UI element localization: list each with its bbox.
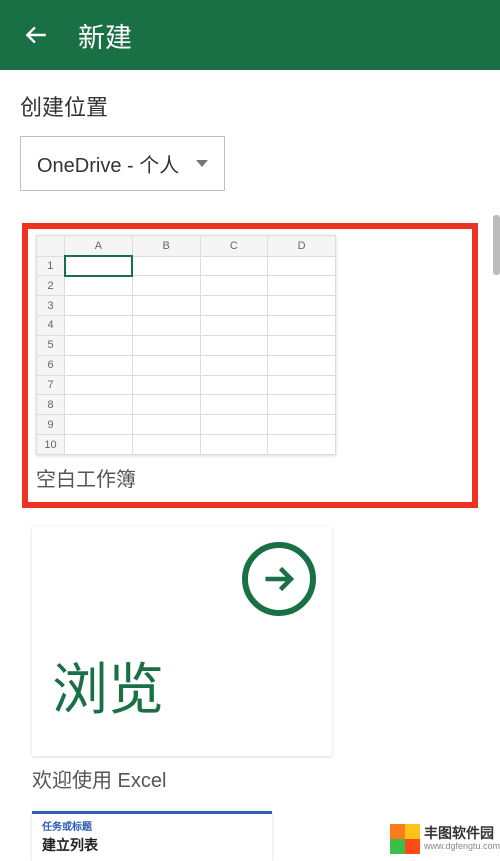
template-welcome[interactable]: 浏览 欢迎使用 Excel xyxy=(32,526,468,793)
app-bar: 新建 xyxy=(0,0,500,70)
templates-list: A B C D 1 2 3 4 5 6 7 8 9 10 空白 xyxy=(20,223,480,861)
content-area: 创建位置 OneDrive - 个人 A B C D 1 2 3 4 xyxy=(0,70,500,861)
page-title: 新建 xyxy=(78,16,132,55)
template-blank-label: 空白工作簿 xyxy=(36,463,464,492)
back-button[interactable] xyxy=(12,11,60,59)
location-dropdown[interactable]: OneDrive - 个人 xyxy=(20,136,225,191)
blank-workbook-thumbnail: A B C D 1 2 3 4 5 6 7 8 9 10 xyxy=(36,235,336,455)
location-selected-value: OneDrive - 个人 xyxy=(37,149,182,178)
template-welcome-label: 欢迎使用 Excel xyxy=(32,764,468,793)
chevron-down-icon xyxy=(196,160,208,167)
watermark-url: www.dgfengtu.com xyxy=(424,842,500,852)
watermark: 丰图软件园 www.dgfengtu.com xyxy=(390,821,500,857)
watermark-name: 丰图软件园 xyxy=(424,826,500,841)
list-thumbnail: 任务或标题 建立列表 xyxy=(32,811,272,861)
list-line1: 任务或标题 xyxy=(42,818,262,833)
location-label: 创建位置 xyxy=(20,90,480,122)
list-line2: 建立列表 xyxy=(42,835,262,855)
scrollbar[interactable] xyxy=(493,215,500,275)
back-arrow-icon xyxy=(23,22,49,48)
welcome-thumbnail: 浏览 xyxy=(32,526,332,756)
welcome-big-text: 浏览 xyxy=(52,645,164,726)
arrow-circle-icon xyxy=(242,542,316,616)
watermark-logo-icon xyxy=(390,824,420,854)
template-blank-workbook[interactable]: A B C D 1 2 3 4 5 6 7 8 9 10 空白 xyxy=(22,223,478,508)
